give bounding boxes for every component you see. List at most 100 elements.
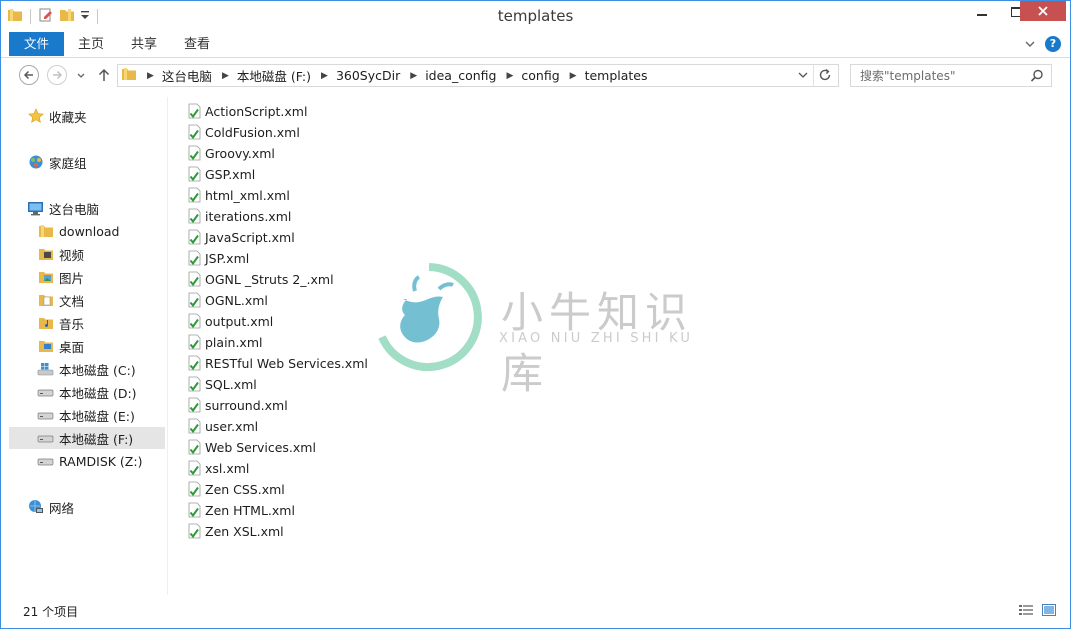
sidebar-item-videos[interactable]: 视频 [37,243,84,265]
details-view-icon[interactable] [1018,602,1034,618]
list-item[interactable]: ActionScript.xml [187,101,307,121]
tab-file[interactable]: 文件 [9,32,65,56]
breadcrumb-item[interactable]: 本地磁盘 (F:) [237,66,311,85]
sidebar-item-label: 网络 [49,500,75,516]
list-item[interactable]: surround.xml [187,395,288,415]
breadcrumb-arrow-icon[interactable]: ▶ [321,71,328,81]
sidebar-item-music[interactable]: 音乐 [37,312,84,334]
address-separator [813,65,814,86]
bull-logo-icon [378,263,482,371]
list-item[interactable]: Zen HTML.xml [187,500,295,520]
tab-view[interactable]: 查看 [171,33,223,56]
recent-locations-icon[interactable] [75,68,87,82]
breadcrumb-arrow-icon[interactable]: ▶ [410,71,417,81]
sidebar-item-desktop[interactable]: 桌面 [37,335,84,357]
sidebar-item-network[interactable]: 网络 [27,496,74,518]
help-icon[interactable]: ? [1045,36,1061,52]
xml-file-icon [188,166,201,182]
breadcrumb-item[interactable]: 这台电脑 [162,66,212,85]
item-count: 21 个项目 [23,605,79,619]
documents-folder-icon [37,292,54,309]
list-item[interactable]: user.xml [187,416,258,436]
xml-file-icon [188,502,201,518]
list-item[interactable]: xsl.xml [187,458,249,478]
list-item[interactable]: OGNL.xml [187,290,268,310]
xml-file-icon [188,334,201,350]
drive-icon [37,384,54,401]
list-item[interactable]: Zen CSS.xml [187,479,285,499]
file-name: SQL.xml [205,376,257,392]
list-item[interactable]: SQL.xml [187,374,257,394]
sidebar-item-label: 文档 [59,293,85,309]
breadcrumb-arrow-icon[interactable]: ▶ [222,71,229,81]
search-icon[interactable] [1030,69,1044,83]
file-name: ActionScript.xml [205,103,308,119]
list-item[interactable]: RESTful Web Services.xml [187,353,368,373]
sidebar-item-label: 这台电脑 [49,201,100,217]
breadcrumb-arrow-icon[interactable]: ▶ [506,71,513,81]
sidebar-item-pictures[interactable]: 图片 [37,266,84,288]
xml-file-icon [188,313,201,329]
address-dropdown-icon[interactable] [798,70,808,80]
tab-home[interactable]: 主页 [65,33,117,56]
list-item[interactable]: output.xml [187,311,273,331]
file-name: plain.xml [205,334,263,350]
file-name: RESTful Web Services.xml [205,355,368,371]
sidebar-item-this-pc[interactable]: 这台电脑 [27,197,99,219]
large-icons-view-icon[interactable] [1041,602,1057,618]
xml-file-icon [188,439,201,455]
search-box[interactable] [850,64,1052,87]
breadcrumb-item[interactable]: templates [585,68,648,83]
sidebar-item-favorites[interactable]: 收藏夹 [27,105,87,127]
sidebar-item-documents[interactable]: 文档 [37,289,84,311]
address-bar[interactable]: ▶ 这台电脑 ▶ 本地磁盘 (F:) ▶ 360SycDir ▶ idea_co… [117,64,839,87]
xml-file-icon [188,397,201,413]
list-item[interactable]: iterations.xml [187,206,291,226]
file-name: xsl.xml [205,460,250,476]
refresh-icon[interactable] [818,68,832,82]
list-item[interactable]: JavaScript.xml [187,227,295,247]
up-arrow-icon[interactable] [96,67,112,83]
list-item[interactable]: OGNL _Struts 2_.xml [187,269,334,289]
close-button[interactable] [1020,1,1066,21]
sidebar-item-label: 图片 [59,270,85,286]
sidebar-item-label: RAMDISK (Z:) [59,453,143,469]
forward-button[interactable] [47,65,67,85]
folder-icon [121,66,137,85]
list-item[interactable]: Web Services.xml [187,437,316,457]
list-item[interactable]: GSP.xml [187,164,255,184]
desktop-folder-icon [37,338,54,355]
file-name: output.xml [205,313,274,329]
pane-divider[interactable] [167,97,168,595]
breadcrumb-arrow-icon[interactable]: ▶ [570,71,577,81]
tab-share[interactable]: 共享 [118,33,170,56]
sidebar-item-ramdisk[interactable]: RAMDISK (Z:) [37,450,142,472]
watermark-chinese: 小牛知识库 [501,288,694,398]
list-item[interactable]: plain.xml [187,332,262,352]
videos-folder-icon [37,246,54,263]
breadcrumb-arrow-icon[interactable]: ▶ [147,71,154,81]
expand-ribbon-icon[interactable] [1023,37,1037,51]
list-item[interactable]: JSP.xml [187,248,249,268]
download-folder-icon [37,223,54,240]
sidebar-item-drive-d[interactable]: 本地磁盘 (D:) [37,381,137,403]
list-item[interactable]: Groovy.xml [187,143,275,163]
xml-file-icon [188,229,201,245]
sidebar-item-download[interactable]: download [37,220,119,242]
list-item[interactable]: Zen XSL.xml [187,521,284,541]
minimize-button[interactable] [966,1,998,23]
search-input[interactable] [851,65,1035,86]
sidebar-item-drive-e[interactable]: 本地磁盘 (E:) [37,404,135,426]
sidebar-item-drive-c[interactable]: 本地磁盘 (C:) [37,358,136,380]
breadcrumb-item[interactable]: 360SycDir [336,68,400,83]
breadcrumb-item[interactable]: config [521,68,559,83]
back-button[interactable] [19,65,39,85]
list-item[interactable]: ColdFusion.xml [187,122,300,142]
list-item[interactable]: html_xml.xml [187,185,290,205]
file-name: OGNL.xml [205,292,268,308]
sidebar-item-drive-f[interactable]: 本地磁盘 (F:) [9,427,165,449]
sidebar-item-homegroup[interactable]: 家庭组 [27,151,87,173]
sidebar-item-label: 家庭组 [49,155,87,171]
breadcrumb-item[interactable]: idea_config [425,68,496,83]
network-icon [27,499,44,516]
